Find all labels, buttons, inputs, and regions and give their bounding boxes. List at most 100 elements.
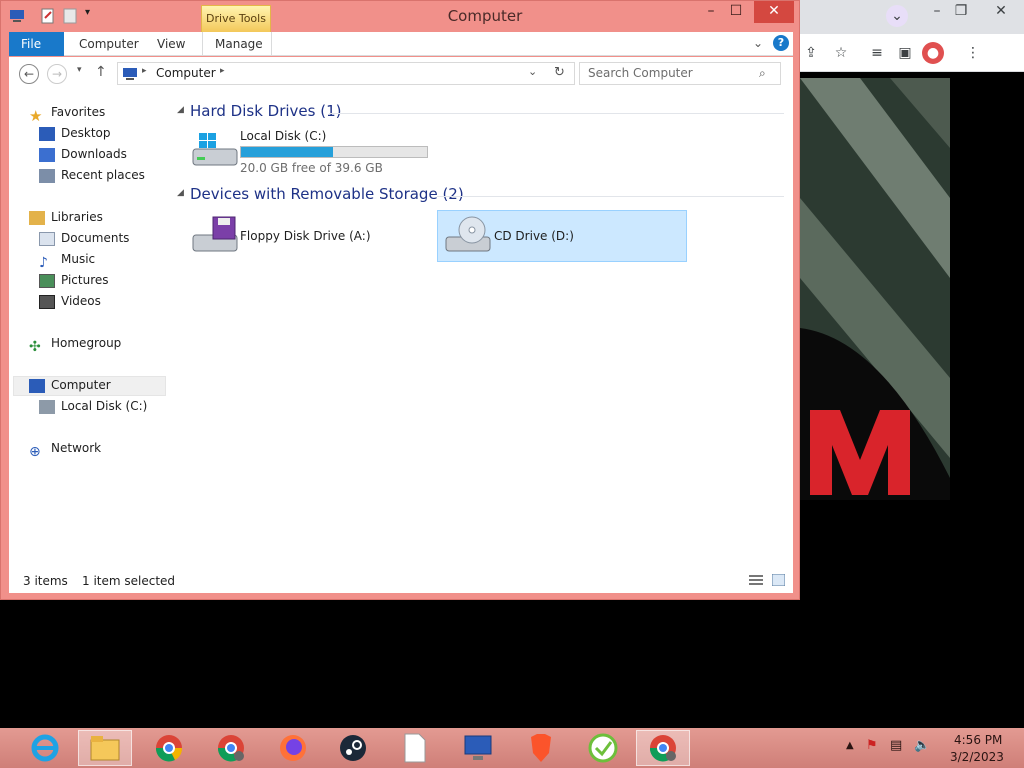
chrome-icon[interactable]	[142, 730, 196, 766]
hard-drive-icon	[192, 133, 238, 166]
pictures-icon	[39, 273, 55, 288]
nav-videos[interactable]: Videos	[39, 291, 101, 312]
window-title: Computer	[447, 7, 523, 25]
music-icon: ♪	[39, 254, 48, 271]
recent-places-icon	[39, 168, 55, 183]
nav-libraries[interactable]: Libraries	[29, 207, 103, 228]
close-icon[interactable]: ✕	[990, 0, 1012, 22]
drive-c-name: Local Disk (C:)	[240, 129, 327, 143]
drive-tile-d[interactable]: CD Drive (D:)	[437, 210, 687, 262]
share-icon[interactable]: ⇪	[800, 42, 822, 64]
status-item-count: 3 items	[23, 574, 68, 588]
clock-date[interactable]: 3/2/2023	[950, 750, 1004, 764]
close-button[interactable]: ✕	[754, 1, 794, 23]
firefox-icon[interactable]	[266, 730, 320, 766]
expand-ribbon-icon[interactable]: ⌄	[753, 36, 763, 50]
nav-documents[interactable]: Documents	[39, 228, 129, 249]
recent-locations-icon[interactable]: ▾	[77, 65, 82, 75]
search-icon: ⌕	[759, 66, 766, 80]
maximize-button[interactable]: ☐	[719, 1, 753, 23]
group-divider	[329, 113, 784, 114]
status-selection: 1 item selected	[82, 574, 176, 588]
nav-pictures[interactable]: Pictures	[39, 270, 109, 291]
address-box[interactable]: ▸ Computer ▸ ⌄ ↻	[117, 62, 575, 85]
up-arrow-icon[interactable]: ↑	[95, 64, 107, 80]
chrome-active-icon[interactable]	[636, 730, 690, 766]
action-center-flag-icon[interactable]: ⚑	[866, 738, 878, 753]
network-status-icon[interactable]: ▤	[890, 738, 902, 753]
address-path[interactable]: Computer	[156, 66, 216, 80]
local-disk-icon	[39, 399, 55, 414]
nav-desktop[interactable]: Desktop	[39, 123, 111, 144]
status-bar: 3 items 1 item selected	[9, 567, 793, 593]
nav-downloads[interactable]: Downloads	[39, 144, 127, 165]
nav-local-disk[interactable]: Local Disk (C:)	[39, 396, 147, 417]
side-panel-icon[interactable]: ▣	[894, 42, 916, 64]
chrome-profile-icon[interactable]	[204, 730, 258, 766]
group-header-hard-disks[interactable]: Hard Disk Drives (1)	[190, 102, 341, 120]
wallpaper-letters	[800, 400, 920, 500]
help-icon[interactable]: ?	[773, 35, 789, 51]
refresh-icon[interactable]: ↻	[554, 65, 565, 80]
network-icon: ⊕	[29, 443, 41, 460]
taskbar: ▲ ⚑ ▤ 🔈 4:56 PM 3/2/2023	[0, 728, 1024, 768]
videos-icon	[39, 294, 55, 309]
nav-homegroup[interactable]: ✣ Homegroup	[29, 333, 121, 355]
menu-kebab-icon[interactable]: ⋮	[962, 42, 984, 64]
drive-c-free-space: 20.0 GB free of 39.6 GB	[240, 161, 383, 175]
drive-d-name: CD Drive (D:)	[494, 229, 574, 243]
nav-computer[interactable]: Computer	[29, 375, 111, 396]
clock-time[interactable]: 4:56 PM	[954, 733, 1002, 747]
navigation-bar: ← → ▾ ↑ ▸ Computer ▸ ⌄ ↻ Search Computer…	[9, 57, 793, 91]
nav-network[interactable]: ⊕ Network	[29, 438, 101, 460]
brave-icon[interactable]	[514, 730, 568, 766]
qbittorrent-icon[interactable]	[576, 730, 630, 766]
tab-view[interactable]: View	[145, 32, 197, 56]
chevron-down-icon[interactable]: ⌄	[528, 65, 537, 78]
content-area: ★ Favorites Desktop Downloads Recent plac…	[9, 91, 793, 567]
profile-avatar-icon[interactable]: ●	[922, 42, 944, 64]
homegroup-icon: ✣	[29, 338, 41, 355]
large-icons-view-icon[interactable]	[772, 574, 785, 586]
collapse-group-icon[interactable]: ◢	[177, 188, 184, 198]
documents-icon	[39, 231, 55, 246]
chevron-right-icon[interactable]: ▸	[220, 66, 225, 76]
libraries-icon	[29, 210, 45, 225]
steam-icon[interactable]	[326, 730, 380, 766]
remote-desktop-icon[interactable]	[452, 730, 506, 766]
downloads-icon	[39, 147, 55, 162]
nav-recent-places[interactable]: Recent places	[39, 165, 145, 186]
bookmark-star-icon[interactable]: ☆	[830, 42, 852, 64]
file-explorer-icon[interactable]	[78, 730, 132, 766]
show-hidden-icons[interactable]: ▲	[846, 740, 854, 751]
browser-toolbar: ⇪ ☆ ≡ ▣ ● ⋮	[790, 34, 1024, 72]
drive-c-usage-fill	[241, 147, 334, 157]
drive-a-name: Floppy Disk Drive (A:)	[240, 229, 371, 243]
search-input[interactable]: Search Computer	[579, 62, 781, 85]
details-view-icon[interactable]	[749, 575, 763, 586]
tab-computer[interactable]: Computer	[67, 32, 151, 56]
group-divider	[437, 196, 784, 197]
tab-manage[interactable]: Manage	[202, 32, 272, 56]
drive-tile-a[interactable]: Floppy Disk Drive (A:)	[185, 211, 435, 261]
explorer-window: ▾ Drive Tools Computer – ☐ ✕ File Comput…	[0, 0, 800, 600]
chevron-right-icon: ▸	[142, 66, 147, 76]
cd-drive-icon	[445, 216, 491, 252]
blank-document-icon[interactable]	[388, 730, 442, 766]
floppy-drive-icon	[192, 216, 238, 252]
drive-tile-c[interactable]: Local Disk (C:) 20.0 GB free of 39.6 GB	[185, 129, 435, 177]
collapse-group-icon[interactable]: ◢	[177, 105, 184, 115]
nav-music[interactable]: ♪ Music	[39, 249, 95, 271]
volume-muted-icon[interactable]: 🔈	[914, 738, 930, 753]
back-arrow-icon[interactable]: ←	[19, 64, 39, 84]
titlebar: ▾ Drive Tools Computer – ☐ ✕	[1, 1, 799, 32]
desktop-icon	[39, 126, 55, 141]
tab-file[interactable]: File	[9, 32, 64, 56]
star-icon: ★	[29, 106, 43, 125]
drive-c-usage-bar	[240, 146, 428, 158]
internet-explorer-icon[interactable]	[18, 730, 72, 766]
nav-favorites[interactable]: ★ Favorites	[29, 102, 105, 125]
group-header-removable[interactable]: Devices with Removable Storage (2)	[190, 185, 464, 203]
forward-arrow-icon[interactable]: →	[47, 64, 67, 84]
reading-list-icon[interactable]: ≡	[866, 42, 888, 64]
